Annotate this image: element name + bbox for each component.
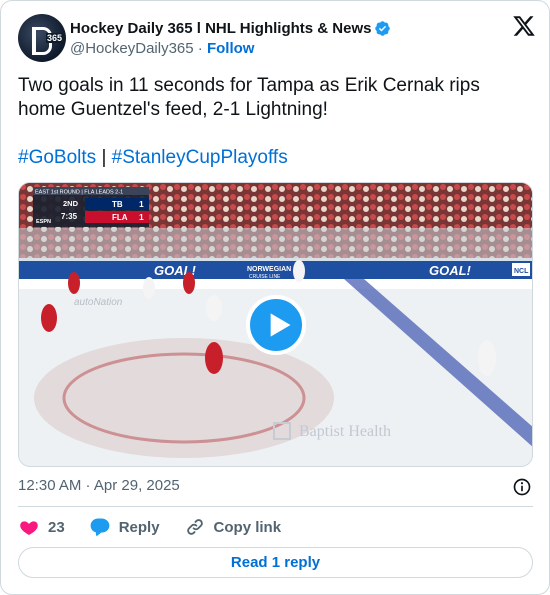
avatar[interactable]: 365 (18, 14, 66, 62)
scorebug-score-fla: 1 (139, 212, 144, 222)
ice-ad-baptist: Baptist Health (299, 423, 391, 440)
avatar-logo-text: 365 (46, 33, 64, 43)
scorebug-network: ESPN (36, 219, 51, 225)
like-count: 23 (48, 518, 65, 536)
hashtag-stanleycupplayoffs[interactable]: #StanleyCupPlayoffs (112, 147, 288, 168)
board-ad-norwegian: NORWEGIAN (247, 266, 291, 273)
separator-dot: · (197, 40, 203, 57)
reply-label: Reply (118, 518, 160, 536)
follow-button[interactable]: Follow (207, 40, 255, 57)
play-button[interactable] (246, 295, 306, 355)
scorebug-round: EAST 1st ROUND | FLA LEADS 2-1 (35, 190, 123, 196)
reply-action[interactable]: Reply (89, 516, 160, 538)
play-icon (270, 313, 291, 337)
board-ad-ncl: NCL (514, 268, 529, 275)
verified-badge-icon (375, 20, 391, 36)
display-name[interactable]: Hockey Daily 365 l NHL Highlights & News (70, 20, 371, 37)
handle-row: @HockeyDaily365 · Follow (70, 40, 254, 57)
scorebug-score-tb: 1 (139, 199, 144, 209)
copy-link-label: Copy link (213, 518, 282, 536)
copy-link-button[interactable]: Copy link (184, 516, 282, 538)
like-button[interactable]: 23 (18, 516, 65, 538)
tweet-body: Two goals in 11 seconds for Tampa as Eri… (18, 75, 480, 120)
scorebug-team-fla: FLA (112, 213, 128, 222)
action-bar: 23 Reply Copy link (18, 514, 305, 540)
heart-icon (20, 521, 38, 535)
glass (19, 228, 532, 263)
divider (18, 506, 533, 507)
link-icon (186, 519, 203, 535)
tweet-text: Two goals in 11 seconds for Tampa as Eri… (18, 74, 528, 170)
tweet-header: 365 Hockey Daily 365 l NHL Highlights & … (18, 14, 538, 62)
board-ad-goal-right: GOAL! (429, 263, 472, 278)
scorebug-clock: 7:35 (61, 212, 78, 221)
x-logo-icon[interactable] (512, 14, 536, 38)
scorebug-team-tb: TB (112, 200, 123, 209)
speech-bubble-icon (90, 518, 110, 536)
video-player[interactable]: GOAL! NORWEGIAN CRUISE LINE GOAL! NCL au… (18, 182, 533, 467)
read-replies-button[interactable]: Read 1 reply (18, 547, 533, 578)
scorebug-period: 2ND (63, 199, 79, 208)
handle[interactable]: @HockeyDaily365 (70, 40, 194, 57)
ice-ad-autonation: autoNation (74, 297, 123, 308)
name-row: Hockey Daily 365 l NHL Highlights & News (70, 18, 391, 38)
hashtag-line: #GoBolts | #StanleyCupPlayoffs (18, 146, 528, 170)
info-icon[interactable] (512, 477, 532, 497)
tweet-timestamp[interactable]: 12:30 AM · Apr 29, 2025 (18, 477, 180, 494)
scorebug: EAST 1st ROUND | FLA LEADS 2-1 2ND 7:35 … (33, 187, 149, 227)
tweet-card: 365 Hockey Daily 365 l NHL Highlights & … (0, 0, 550, 595)
ice-boards-white (19, 279, 532, 289)
hashtag-separator: | (101, 147, 107, 168)
hashtag-gobolts[interactable]: #GoBolts (18, 147, 96, 168)
